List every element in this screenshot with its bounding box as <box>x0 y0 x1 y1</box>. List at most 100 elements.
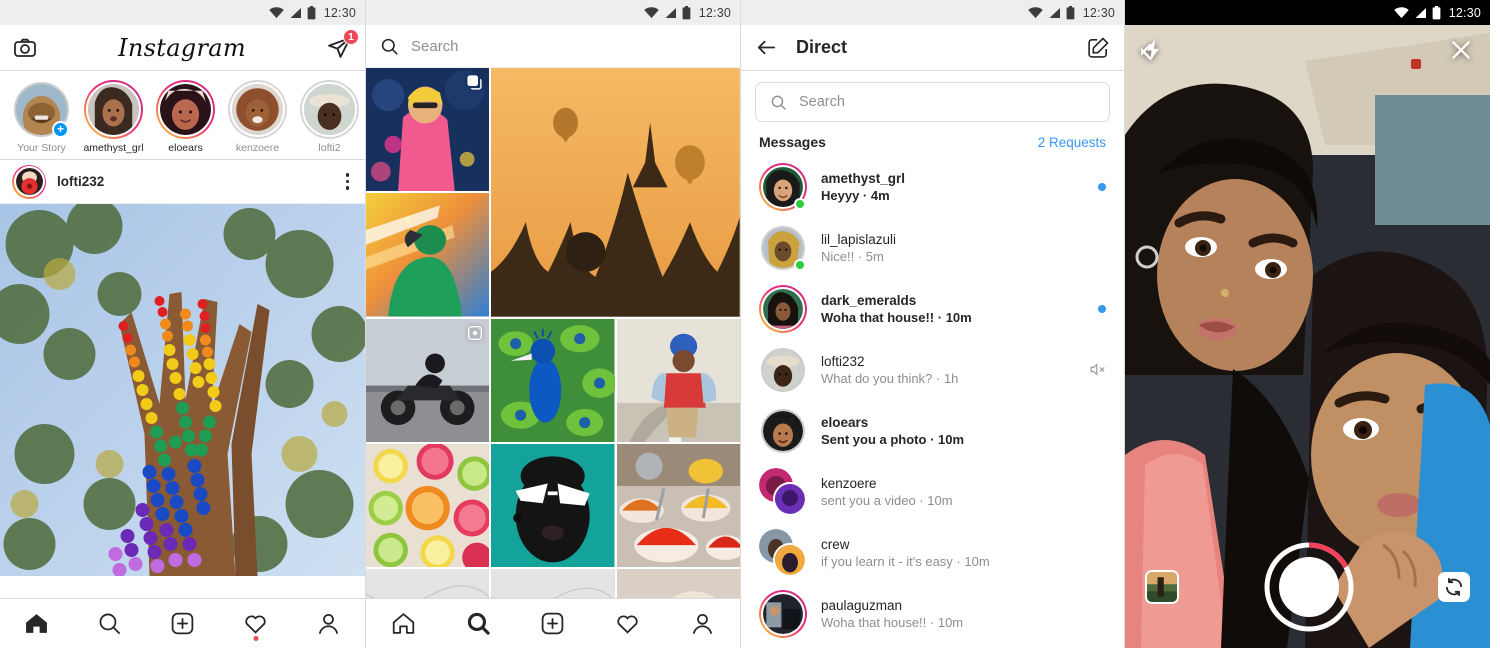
story-item-lofti2[interactable]: lofti2 <box>298 80 361 155</box>
nav-home[interactable] <box>381 605 426 642</box>
panel-feed: 12:30 Instagram 1 + Your Story amethyst_… <box>0 0 366 648</box>
send-icon[interactable]: 1 <box>327 29 359 60</box>
panel-camera: 12:30 <box>1125 0 1490 648</box>
shutter-inner <box>1278 557 1339 617</box>
close-icon[interactable] <box>1448 37 1474 63</box>
flip-camera-icon[interactable] <box>1438 572 1470 602</box>
nav-activity[interactable] <box>233 605 278 642</box>
search-icon <box>380 37 399 56</box>
thread-crew[interactable]: crew if you learn it - it's easy · 10m <box>741 522 1124 583</box>
cell-signal-icon <box>664 7 677 19</box>
nav-add[interactable] <box>530 605 575 642</box>
unread-indicator <box>1098 182 1106 191</box>
add-story-icon[interactable]: + <box>52 121 69 138</box>
thread-kenzoere[interactable]: kenzoere sent you a video · 10m <box>741 461 1124 522</box>
explore-search-bar[interactable]: Search <box>366 25 740 68</box>
nav-search[interactable] <box>456 605 501 642</box>
thread-eloears[interactable]: eloears Sent you a photo · 10m <box>741 400 1124 461</box>
nav-home[interactable] <box>14 605 59 642</box>
stories-tray[interactable]: + Your Story amethyst_grl eloears kenzoe… <box>0 71 365 160</box>
explore-tile-bagan-balloons[interactable] <box>491 68 740 317</box>
direct-search-box[interactable]: Search <box>755 82 1110 122</box>
bottom-nav-feed[interactable] <box>0 598 365 648</box>
carousel-icon <box>466 74 483 91</box>
story-item-amethyst_grl[interactable]: amethyst_grl <box>82 80 145 155</box>
cell-signal-icon <box>1048 7 1061 19</box>
post-username[interactable]: lofti232 <box>57 174 331 189</box>
feed-header: Instagram 1 <box>0 25 365 71</box>
thread-username: amethyst_grl <box>821 170 906 186</box>
explore-tile-holi-colors[interactable] <box>366 68 490 192</box>
direct-badge: 1 <box>343 29 359 45</box>
explore-tile-sunglasses[interactable] <box>491 444 615 568</box>
person-icon <box>316 611 341 636</box>
kebab-menu-icon[interactable] <box>342 169 354 194</box>
camera-bottom-controls <box>1125 540 1490 634</box>
thread-lofti232[interactable]: lofti232 What do you think? · 1h <box>741 339 1124 400</box>
story-item-eloears[interactable]: eloears <box>154 80 217 155</box>
story-label: Your Story <box>17 142 66 154</box>
story-item-kenzoere[interactable]: kenzoere <box>226 80 289 155</box>
gallery-thumbnail[interactable] <box>1145 570 1179 604</box>
online-indicator <box>794 197 806 210</box>
activity-notification-dot <box>253 636 258 641</box>
thread-lil_lapislazuli[interactable]: lil_lapislazuli Nice!! · 5m <box>741 217 1124 278</box>
story-item-your-story[interactable]: + Your Story <box>10 80 73 155</box>
nav-search[interactable] <box>87 605 132 642</box>
unread-indicator <box>1098 304 1106 313</box>
thread-paulaguzman[interactable]: paulaguzman Woha that house!! · 10m <box>741 583 1124 644</box>
explore-tile-peacock[interactable] <box>491 318 615 442</box>
post-image[interactable] <box>0 204 365 576</box>
nav-add[interactable] <box>160 605 205 642</box>
explore-tile-spice-market[interactable] <box>616 444 740 568</box>
person-icon <box>690 611 715 636</box>
avatar <box>759 407 807 455</box>
camera-icon[interactable] <box>13 36 37 60</box>
bottom-nav-explore[interactable] <box>366 598 740 648</box>
explore-tile-green-singer[interactable] <box>366 193 490 317</box>
explore-grid[interactable] <box>366 68 740 648</box>
status-bar-explore: 12:30 <box>366 0 740 25</box>
thread-preview: Sent you a photo · 10m <box>821 431 965 447</box>
explore-tile-citrus[interactable] <box>366 444 490 568</box>
instagram-wordmark: Instagram <box>118 33 246 62</box>
camera-top-controls <box>1125 37 1490 63</box>
avatar <box>759 162 807 211</box>
thread-dark_emeralds[interactable]: dark_emeralds Woha that house!! · 10m <box>741 278 1124 339</box>
search-icon <box>770 94 787 111</box>
wifi-icon <box>269 6 284 19</box>
home-icon <box>391 611 416 636</box>
shutter-button[interactable] <box>1262 540 1356 634</box>
search-input[interactable]: Search <box>411 38 459 55</box>
story-ring <box>300 80 359 139</box>
post-author-avatar[interactable] <box>12 164 46 199</box>
story-ring <box>84 80 143 139</box>
nav-activity[interactable] <box>605 605 650 642</box>
cell-signal-icon <box>289 7 302 19</box>
compose-icon[interactable] <box>1087 36 1110 59</box>
nav-profile[interactable] <box>680 605 725 642</box>
thread-username: lofti232 <box>821 353 865 369</box>
direct-thread-list[interactable]: amethyst_grl Heyyy · 4m lil_lapislazuli … <box>741 156 1124 644</box>
thread-amethyst_grl[interactable]: amethyst_grl Heyyy · 4m <box>741 156 1124 217</box>
nav-profile[interactable] <box>306 605 351 642</box>
thread-preview: Heyyy · 4m <box>821 187 890 203</box>
arrow-left-icon[interactable] <box>755 36 778 59</box>
camera-preview[interactable] <box>1125 25 1490 648</box>
thread-text: lofti232 What do you think? · 1h <box>821 354 1075 386</box>
avatar <box>759 284 807 333</box>
thread-preview: sent you a video · 10m <box>821 492 953 508</box>
thread-username: kenzoere <box>821 475 877 491</box>
story-ring <box>228 80 287 139</box>
thread-text: lil_lapislazuli Nice!! · 5m <box>821 232 1106 264</box>
explore-tile-blue-beanie[interactable] <box>616 318 740 443</box>
story-ring <box>156 80 215 139</box>
explore-tile-motorcycle[interactable] <box>366 318 490 442</box>
status-time: 12:30 <box>1082 5 1115 20</box>
panel-explore: 12:30 Search <box>366 0 741 648</box>
story-label: lofti2 <box>318 142 341 154</box>
direct-search-input[interactable]: Search <box>799 94 845 110</box>
status-bar-direct: 12:30 <box>741 0 1124 25</box>
flash-off-icon[interactable] <box>1141 37 1167 63</box>
requests-link[interactable]: 2 Requests <box>1038 135 1106 150</box>
